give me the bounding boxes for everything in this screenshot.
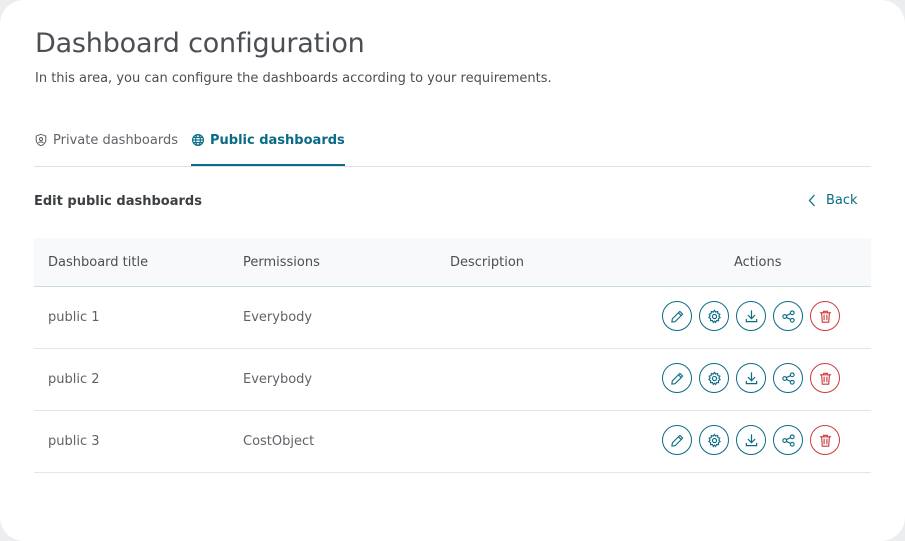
column-header-title: Dashboard title bbox=[48, 255, 149, 270]
table-header: Dashboard title Permissions Description … bbox=[34, 238, 871, 287]
column-header-actions: Actions bbox=[734, 255, 782, 270]
row-actions bbox=[662, 301, 840, 331]
edit-button[interactable] bbox=[662, 363, 692, 393]
row-title: public 1 bbox=[48, 310, 100, 325]
table-row: public 3 CostObject bbox=[34, 411, 871, 473]
section-title: Edit public dashboards bbox=[34, 194, 202, 209]
settings-icon bbox=[707, 370, 721, 386]
share-button[interactable] bbox=[773, 301, 803, 331]
settings-button[interactable] bbox=[699, 363, 729, 393]
edit-button[interactable] bbox=[662, 425, 692, 455]
download-icon bbox=[745, 433, 757, 446]
share-icon bbox=[781, 433, 795, 447]
table-row: public 1 Everybody bbox=[34, 287, 871, 349]
back-link[interactable]: Back bbox=[808, 193, 858, 208]
download-button[interactable] bbox=[736, 425, 766, 455]
table-row: public 2 Everybody bbox=[34, 349, 871, 411]
share-button[interactable] bbox=[773, 425, 803, 455]
edit-icon bbox=[670, 434, 683, 447]
delete-icon bbox=[819, 372, 831, 385]
tab-private-dashboards[interactable]: Private dashboards bbox=[34, 124, 178, 165]
download-icon bbox=[745, 371, 757, 384]
edit-icon bbox=[670, 372, 683, 385]
delete-button[interactable] bbox=[810, 363, 840, 393]
dashboard-config-card: Dashboard configuration In this area, yo… bbox=[0, 0, 905, 541]
share-button[interactable] bbox=[773, 363, 803, 393]
edit-icon bbox=[670, 310, 683, 323]
delete-button[interactable] bbox=[810, 425, 840, 455]
tab-private-label: Private dashboards bbox=[53, 133, 178, 148]
edit-button[interactable] bbox=[662, 301, 692, 331]
row-title: public 2 bbox=[48, 372, 100, 387]
dashboards-table: Dashboard title Permissions Description … bbox=[34, 238, 871, 473]
tab-public-label: Public dashboards bbox=[210, 133, 345, 148]
tab-public-dashboards[interactable]: Public dashboards bbox=[191, 124, 345, 166]
row-title: public 3 bbox=[48, 434, 100, 449]
settings-icon bbox=[707, 432, 721, 448]
delete-button[interactable] bbox=[810, 301, 840, 331]
chevron-left-icon bbox=[808, 194, 815, 207]
tab-bar: Private dashboards Public dashboards bbox=[34, 124, 871, 167]
back-label: Back bbox=[826, 193, 858, 208]
row-actions bbox=[662, 425, 840, 455]
download-button[interactable] bbox=[736, 301, 766, 331]
page-subtitle: In this area, you can configure the dash… bbox=[35, 71, 552, 86]
settings-button[interactable] bbox=[699, 301, 729, 331]
download-icon bbox=[745, 309, 757, 322]
download-button[interactable] bbox=[736, 363, 766, 393]
settings-button[interactable] bbox=[699, 425, 729, 455]
row-permissions: CostObject bbox=[243, 434, 315, 449]
page-title: Dashboard configuration bbox=[35, 28, 365, 59]
settings-icon bbox=[707, 308, 721, 324]
row-permissions: Everybody bbox=[243, 372, 313, 387]
row-actions bbox=[662, 363, 840, 393]
column-header-description: Description bbox=[450, 255, 525, 270]
globe-icon bbox=[192, 134, 204, 146]
delete-icon bbox=[819, 310, 831, 323]
row-permissions: Everybody bbox=[243, 310, 313, 325]
shield-user-icon bbox=[35, 133, 47, 147]
share-icon bbox=[781, 371, 795, 385]
delete-icon bbox=[819, 434, 831, 447]
column-header-permissions: Permissions bbox=[243, 255, 320, 270]
share-icon bbox=[781, 309, 795, 323]
